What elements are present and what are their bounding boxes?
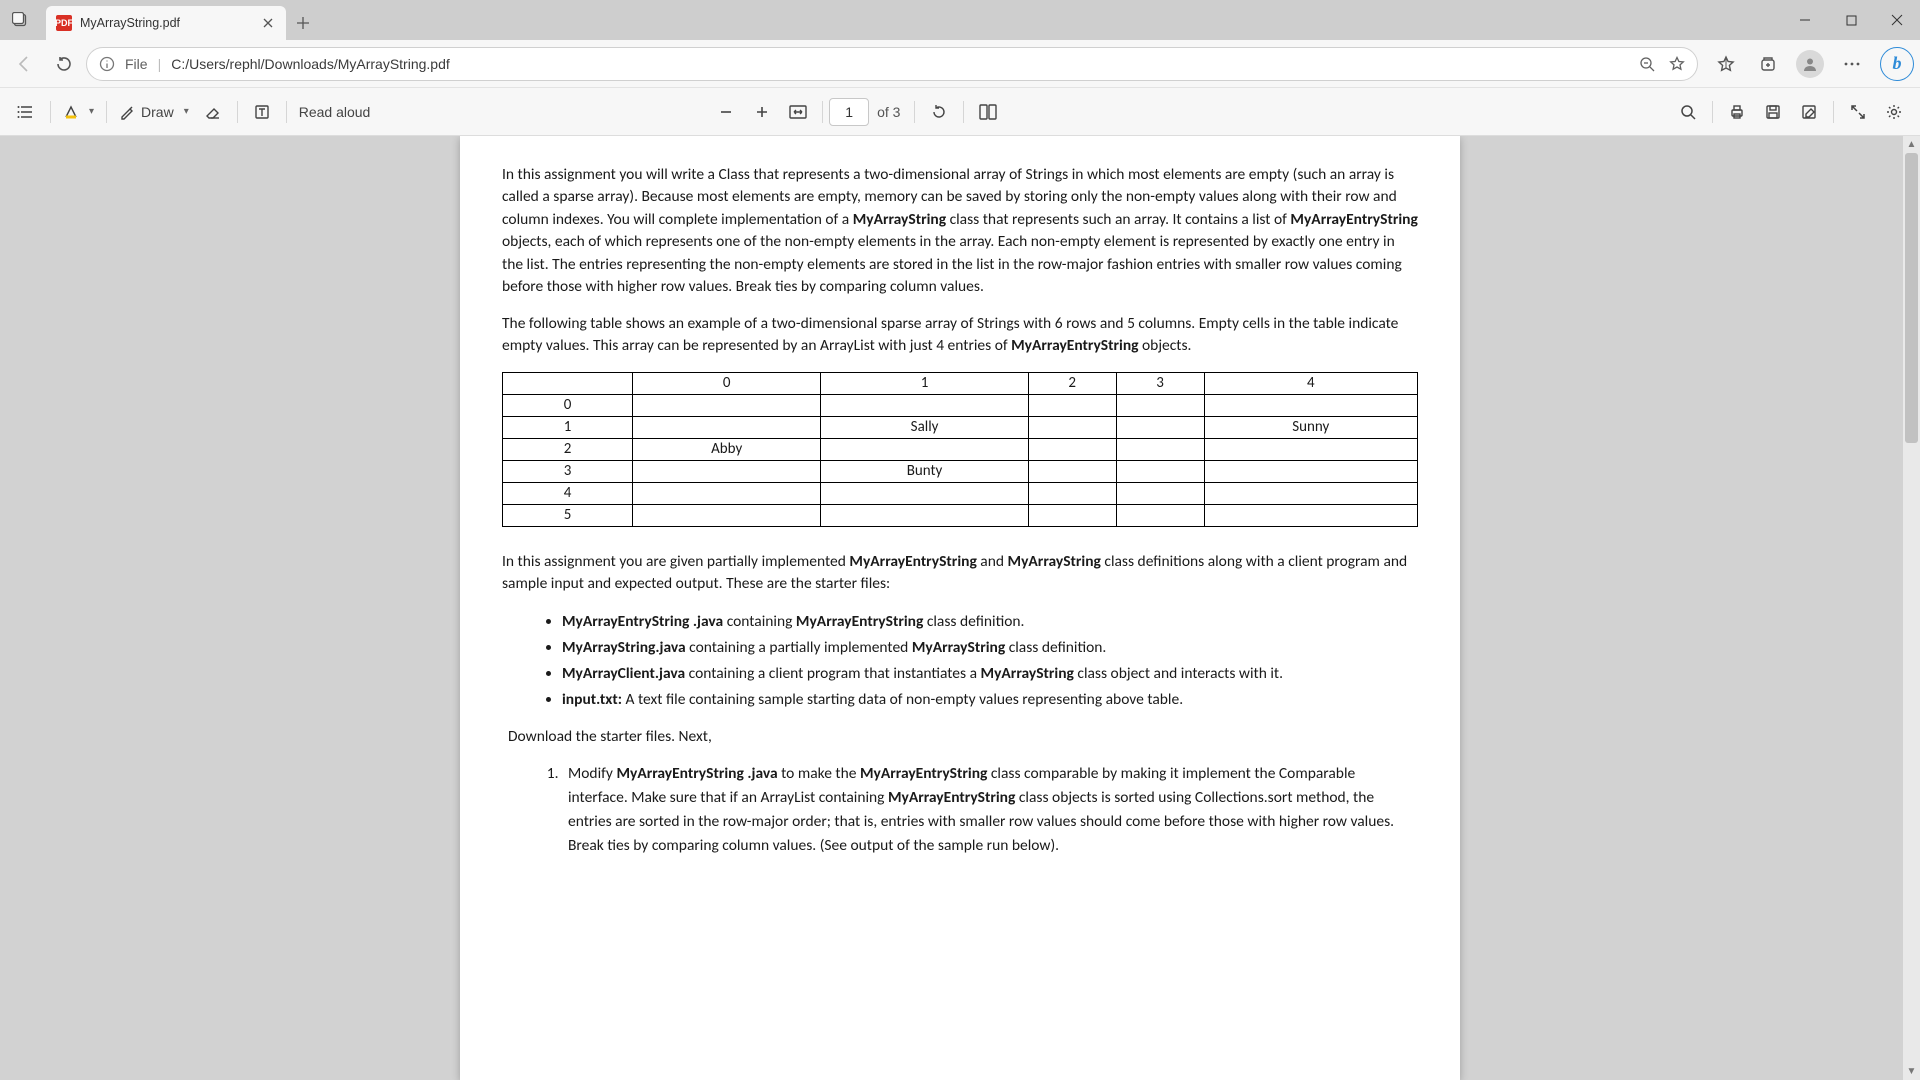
table-row: 4 [503, 482, 1418, 504]
list-item: MyArrayClient.java containing a client p… [562, 662, 1418, 686]
table-row: 2Abby [503, 438, 1418, 460]
highlight-button[interactable] [57, 94, 100, 130]
close-tab-button[interactable] [260, 15, 276, 31]
table-header-row: 0 1 2 3 4 [503, 372, 1418, 394]
col-header: 0 [633, 372, 821, 394]
read-aloud-label: Read aloud [299, 104, 371, 120]
paragraph-download: Download the starter files. Next, [508, 726, 1418, 748]
settings-button[interactable] [1876, 94, 1912, 130]
find-button[interactable] [1670, 94, 1706, 130]
address-bar[interactable]: File | C:/Users/rephl/Downloads/MyArrayS… [86, 47, 1698, 81]
refresh-button[interactable] [46, 46, 82, 82]
collections-button[interactable] [1750, 46, 1786, 82]
favorites-button[interactable] [1708, 46, 1744, 82]
starter-files-list: MyArrayEntryString .java containing MyAr… [562, 610, 1418, 712]
page-view-button[interactable] [970, 94, 1006, 130]
scrollbar[interactable]: ▲ ▼ [1903, 136, 1920, 1080]
zoom-out-button[interactable] [708, 94, 744, 130]
rotate-button[interactable] [921, 94, 957, 130]
table-row: 5 [503, 504, 1418, 526]
fit-width-button[interactable] [780, 94, 816, 130]
contents-button[interactable] [8, 94, 44, 130]
more-button[interactable] [1834, 46, 1870, 82]
zoom-indicator-icon[interactable] [1639, 56, 1655, 72]
new-tab-button[interactable] [286, 6, 320, 40]
minimize-button[interactable] [1782, 0, 1828, 40]
list-item: MyArrayString.java containing a partiall… [562, 636, 1418, 660]
erase-button[interactable] [195, 94, 231, 130]
tab-actions-button[interactable] [0, 0, 40, 40]
save-as-button[interactable] [1791, 94, 1827, 130]
back-button[interactable] [6, 46, 42, 82]
site-info-icon[interactable] [99, 56, 115, 72]
paragraph-intro: In this assignment you will write a Clas… [502, 164, 1418, 299]
paragraph-table-intro: The following table shows an example of … [502, 313, 1418, 358]
draw-button[interactable]: Draw [113, 94, 195, 130]
tab-myarraystring[interactable]: PDF MyArrayString.pdf [46, 6, 286, 40]
address-separator: | [158, 56, 162, 72]
profile-button[interactable] [1792, 46, 1828, 82]
file-scheme-label: File [125, 56, 148, 72]
col-header: 1 [821, 372, 1028, 394]
tab-strip: PDF MyArrayString.pdf [0, 0, 1920, 40]
address-bar-row: File | C:/Users/rephl/Downloads/MyArrayS… [0, 40, 1920, 88]
read-aloud-button[interactable]: Read aloud [293, 94, 377, 130]
page-number-input[interactable] [829, 98, 869, 126]
page-of-label: of 3 [877, 104, 900, 120]
zoom-in-button[interactable] [744, 94, 780, 130]
favorite-star-icon[interactable] [1669, 56, 1685, 72]
save-button[interactable] [1755, 94, 1791, 130]
col-header: 4 [1204, 372, 1418, 394]
address-path: C:/Users/rephl/Downloads/MyArrayString.p… [171, 56, 1629, 72]
col-header: 3 [1116, 372, 1204, 394]
pdf-viewport: In this assignment you will write a Clas… [0, 136, 1920, 1080]
window-controls [1782, 0, 1920, 40]
sparse-array-table: 0 1 2 3 4 0 1SallySunny 2Abby 3Bunty 4 5 [502, 372, 1418, 527]
tab-title: MyArrayString.pdf [80, 16, 252, 30]
draw-label: Draw [141, 104, 174, 120]
table-row: 0 [503, 394, 1418, 416]
pdf-file-icon: PDF [56, 15, 72, 31]
paragraph-starter-files: In this assignment you are given partial… [502, 551, 1418, 596]
list-item: MyArrayEntryString .java containing MyAr… [562, 610, 1418, 634]
pdf-page: In this assignment you will write a Clas… [460, 136, 1460, 1080]
pdf-toolbar: Draw Read aloud of 3 [0, 88, 1920, 136]
scroll-down-button[interactable]: ▼ [1903, 1063, 1920, 1080]
bing-chat-button[interactable]: b [1880, 47, 1914, 81]
list-item: input.txt: A text file containing sample… [562, 688, 1418, 712]
toolbar-right-cluster: b [1702, 46, 1914, 82]
scroll-thumb[interactable] [1905, 153, 1918, 443]
scroll-up-button[interactable]: ▲ [1903, 136, 1920, 153]
instructions-list: Modify MyArrayEntryString .java to make … [562, 762, 1418, 858]
table-row: 1SallySunny [503, 416, 1418, 438]
table-row: 3Bunty [503, 460, 1418, 482]
avatar-icon [1796, 50, 1824, 78]
close-window-button[interactable] [1874, 0, 1920, 40]
fullscreen-button[interactable] [1840, 94, 1876, 130]
list-item: Modify MyArrayEntryString .java to make … [562, 762, 1418, 858]
text-button[interactable] [244, 94, 280, 130]
print-button[interactable] [1719, 94, 1755, 130]
maximize-button[interactable] [1828, 0, 1874, 40]
col-header: 2 [1028, 372, 1116, 394]
